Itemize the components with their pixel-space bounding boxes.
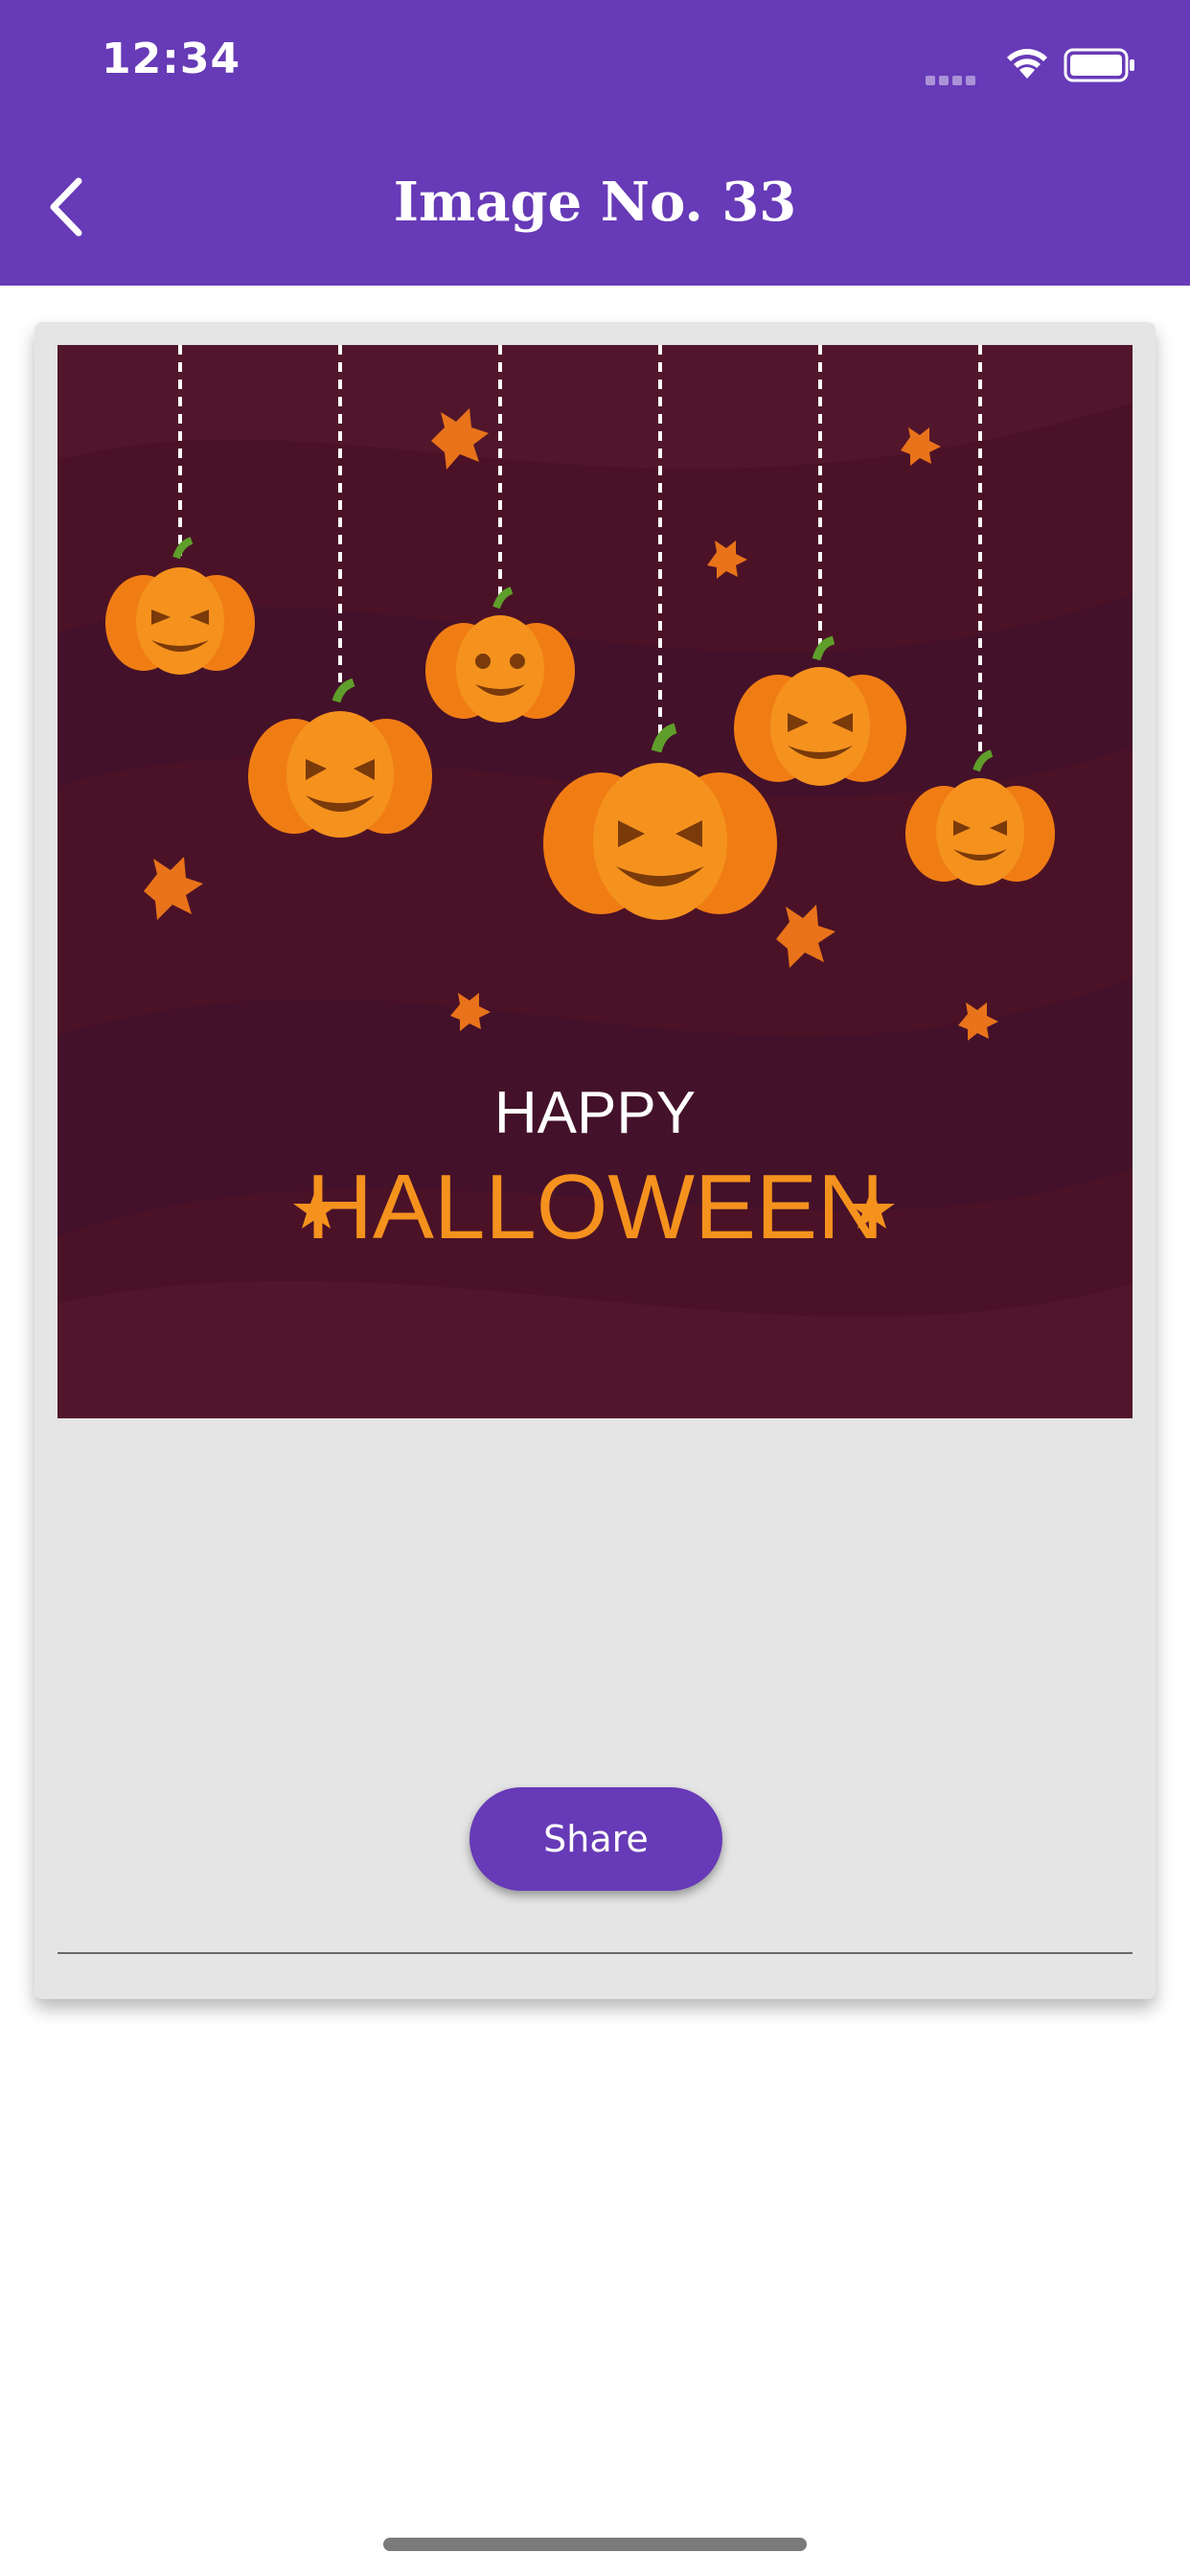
share-button[interactable]: Share <box>469 1787 722 1891</box>
app-header: 12:34 Image No. 33 <box>0 0 1190 286</box>
halloween-illustration: HAPPY HALLOWEEN <box>57 345 1133 1418</box>
halloween-image: HAPPY HALLOWEEN <box>57 345 1133 1418</box>
battery-icon <box>1064 48 1134 82</box>
status-icons <box>887 42 1136 85</box>
halloween-text: HALLOWEEN <box>307 1156 884 1258</box>
wifi-icon <box>1007 49 1047 79</box>
page-title: Image No. 33 <box>393 171 797 234</box>
signal-dots-icon <box>926 71 979 85</box>
happy-text: HAPPY <box>494 1080 696 1146</box>
divider <box>57 1952 1133 1954</box>
home-indicator[interactable] <box>383 2538 807 2551</box>
image-card: HAPPY HALLOWEEN Share <box>34 322 1156 1999</box>
status-time: 12:34 <box>102 34 241 83</box>
